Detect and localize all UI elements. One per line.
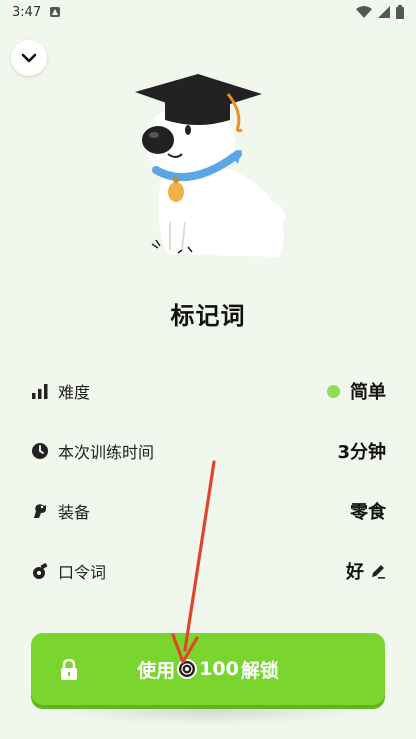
chevron-down-icon	[21, 53, 37, 63]
collapse-button[interactable]	[11, 40, 47, 76]
page-title: 标记词	[170, 302, 246, 330]
signal-bars-icon	[30, 381, 50, 401]
clock-icon	[30, 441, 50, 461]
row-value-command-word: 好	[346, 562, 364, 583]
status-time: 3:47	[12, 4, 42, 20]
row-label-difficulty: 难度	[58, 383, 91, 402]
cellular-icon	[378, 6, 390, 18]
row-difficulty: 难度 简单	[30, 373, 386, 409]
lock-icon	[61, 659, 77, 680]
unlock-suffix: 解锁	[240, 659, 279, 682]
row-label-training-time: 本次训练时间	[58, 443, 155, 462]
row-equipment: 装备 零食	[30, 493, 386, 529]
notification-icon	[50, 7, 61, 17]
dog-graduate-illustration	[135, 74, 285, 257]
row-value-training-time: 3分钟	[337, 442, 386, 463]
whistle-icon	[30, 561, 50, 581]
status-bar: 3:47	[0, 0, 416, 24]
coin-icon	[177, 659, 198, 679]
unlock-amount: 100	[199, 658, 239, 680]
difficulty-indicator-dot	[327, 384, 340, 398]
row-label-equipment: 装备	[58, 503, 91, 522]
row-command-word: 口令词 好	[30, 553, 386, 589]
row-value-equipment: 零食	[350, 502, 386, 523]
edit-pencil-icon[interactable]	[370, 563, 386, 579]
treat-icon	[30, 501, 50, 521]
wifi-icon	[356, 6, 372, 18]
unlock-button[interactable]: 使用 100 解锁	[31, 633, 385, 705]
unlock-prefix: 使用	[137, 659, 176, 682]
row-training-time: 本次训练时间 3分钟	[30, 433, 386, 469]
row-value-difficulty: 简单	[350, 382, 386, 403]
battery-icon	[396, 5, 404, 19]
row-label-command-word: 口令词	[58, 563, 107, 582]
